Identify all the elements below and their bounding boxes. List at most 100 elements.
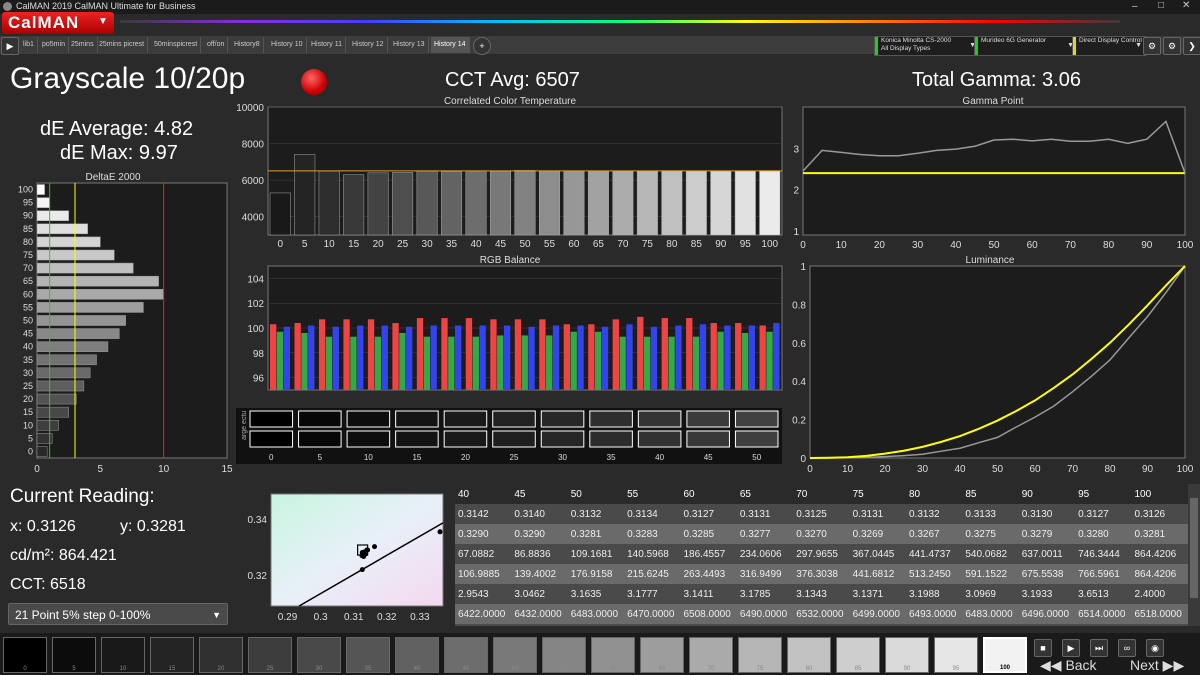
x-tick-label: 70	[1067, 464, 1079, 475]
next-button[interactable]: Next ▶▶	[1130, 657, 1184, 675]
swatch-25[interactable]: 25	[248, 637, 292, 673]
swatch-80[interactable]: 80	[787, 637, 831, 673]
cct-bar	[343, 174, 365, 236]
patch-label: 10	[364, 453, 373, 462]
swatch-30[interactable]: 30	[297, 637, 341, 673]
table-cell: 109.1681	[567, 544, 625, 564]
table-row: 7.11148.41399.96549.58377.71536.79585.28…	[455, 624, 1188, 626]
swatch-label: 35	[364, 666, 372, 672]
x-tick-label: 0	[800, 240, 806, 251]
swatch-20[interactable]: 20	[199, 637, 243, 673]
cct-chart: Correlated Color Temperature 4000 6000 8000…	[236, 96, 783, 250]
swatch-45[interactable]: 45	[444, 637, 488, 673]
swatch-40[interactable]: 40	[395, 637, 439, 673]
table-cell: 0.3267	[906, 524, 963, 544]
x-tick-label: 15	[348, 239, 360, 250]
patch-label: 35	[607, 453, 616, 462]
swatch-0[interactable]: 0	[3, 637, 47, 673]
rgb-bar	[399, 332, 406, 390]
swatch-35[interactable]: 35	[346, 637, 390, 673]
table-cell: 0.3280	[1075, 524, 1132, 544]
x-tick-label: 85	[691, 239, 703, 250]
cct-bar	[636, 170, 658, 236]
rgb-bar	[521, 335, 528, 390]
swatch-70[interactable]: 70	[689, 637, 733, 673]
y-tick-label: 0.34	[248, 515, 268, 526]
x-tick-label: 40	[470, 239, 482, 250]
swatch-95[interactable]: 95	[934, 637, 978, 673]
cct-bar	[490, 170, 512, 236]
table-cell: 3.1371	[849, 584, 906, 604]
play-icon[interactable]: ▶	[1062, 639, 1080, 657]
back-arrow-icon: ◀◀	[1040, 657, 1066, 673]
table-cell: 367.0445	[849, 544, 906, 564]
table-cell: 6532.0000	[793, 604, 850, 624]
rgb-bar	[766, 331, 773, 390]
table-cell: 6514.0000	[1075, 604, 1132, 624]
record-icon[interactable]: ◉	[1146, 639, 1164, 657]
y-tick-label: 0.8	[792, 300, 806, 311]
rgb-bar	[276, 331, 284, 390]
deltae-bar	[36, 262, 134, 274]
y-tick-label: 70	[23, 263, 33, 273]
deltae-bar	[36, 223, 88, 235]
cct-bar	[514, 170, 536, 236]
swatch-10[interactable]: 10	[101, 637, 145, 673]
swatch-55[interactable]: 55	[542, 637, 586, 673]
table-cell: 0.3285	[680, 524, 737, 544]
swatch-100[interactable]: 100	[983, 637, 1027, 673]
cct-bar	[441, 171, 463, 236]
swatch-75[interactable]: 75	[738, 637, 782, 673]
reading-x: x: 0.3126	[10, 518, 76, 535]
rgb-bar	[430, 325, 437, 390]
pattern-select[interactable]: 21 Point 5% step 0-100% ▼	[8, 603, 228, 625]
table-cell: 0.3270	[793, 524, 850, 544]
swatch-85[interactable]: 85	[836, 637, 880, 673]
x-tick-label: 30	[912, 240, 924, 251]
swatch-label: 85	[854, 666, 862, 672]
swatch-50[interactable]: 50	[493, 637, 537, 673]
table-row: 67.0882 86.8836 109.1681 140.5968 186.4557 23…	[455, 544, 1188, 564]
table-cell: 6470.0000	[624, 604, 681, 624]
y-tick-label: 15	[23, 407, 33, 417]
rgb-bar	[454, 325, 462, 390]
rgb-bar	[735, 323, 742, 390]
table-cell: 1.6448	[1018, 624, 1076, 626]
swatch-label: 80	[805, 666, 813, 672]
cct-bar	[563, 170, 585, 236]
table-cell: 3.1988	[906, 584, 963, 604]
table-cell: 766.5961	[1075, 564, 1132, 584]
y-tick-label: 50	[23, 316, 33, 326]
rgb-bar	[577, 325, 584, 390]
y-tick-label: 2	[793, 186, 799, 197]
y-tick-label: 95	[23, 198, 33, 208]
rgb-bar	[374, 336, 382, 390]
back-button[interactable]: ◀◀ Back	[1040, 657, 1097, 675]
table-cell: 0.3134	[624, 504, 681, 524]
y-tick-label: 45	[23, 329, 33, 339]
actual-patch	[637, 430, 682, 448]
cct-bar	[759, 170, 781, 236]
step-icon[interactable]: ⏭	[1090, 639, 1108, 657]
target-patch	[443, 410, 488, 428]
stop-icon[interactable]: ■	[1034, 639, 1052, 657]
swatch-label: 50	[511, 666, 519, 672]
rgb-bar	[308, 325, 315, 390]
x-tick-label: 80	[1104, 464, 1116, 475]
swatch-15[interactable]: 15	[150, 637, 194, 673]
table-scrollbar[interactable]	[1188, 484, 1200, 626]
swatch-90[interactable]: 90	[885, 637, 929, 673]
rgb-bar	[514, 319, 522, 390]
target-patch	[589, 410, 633, 428]
swatch-60[interactable]: 60	[591, 637, 635, 673]
table-cell: 2.9543	[455, 584, 512, 604]
table-cell: 215.6245	[624, 564, 681, 584]
measurement-point	[360, 550, 366, 556]
table-cell: 441.4737	[906, 544, 963, 564]
rgb-bar	[472, 336, 479, 390]
swatch-label: 15	[168, 666, 176, 672]
swatch-5[interactable]: 5	[52, 637, 96, 673]
loop-icon[interactable]: ∞	[1118, 639, 1136, 657]
swatch-65[interactable]: 65	[640, 637, 684, 673]
table-cell: 3.1635	[567, 584, 625, 604]
